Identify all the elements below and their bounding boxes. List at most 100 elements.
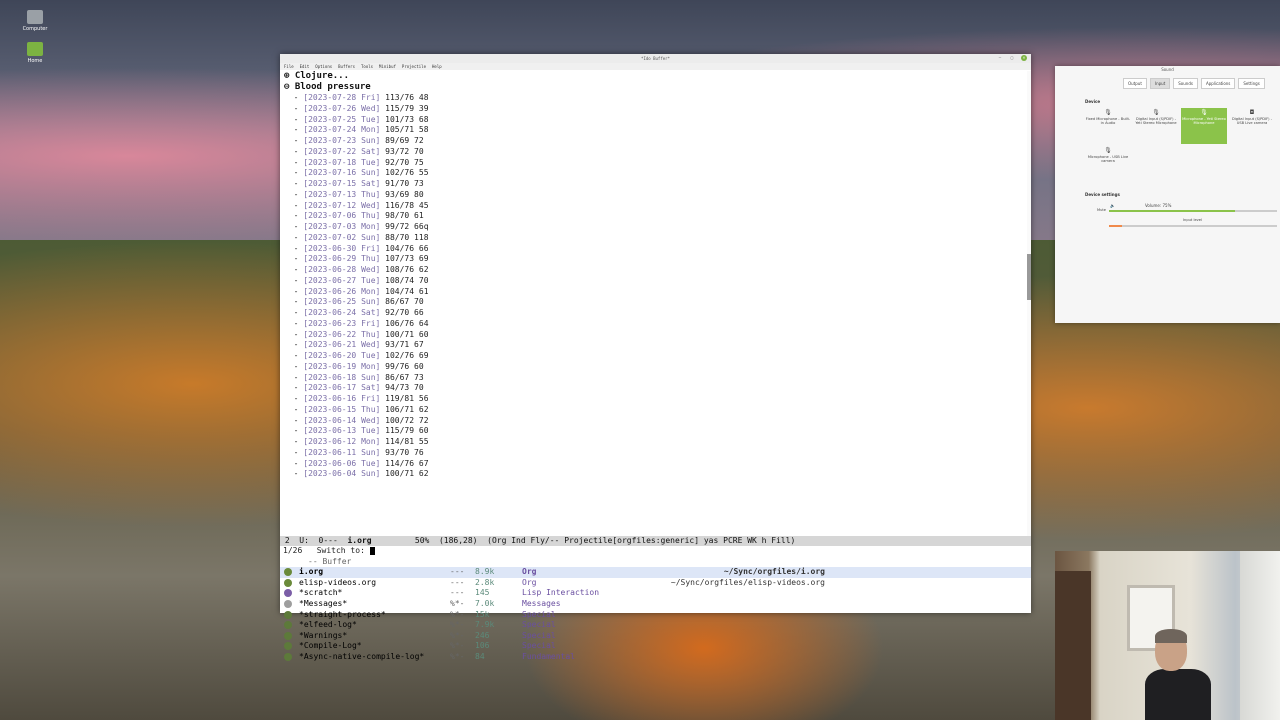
bp-date[interactable]: [2023-07-12 Wed] [303,201,380,210]
bp-date[interactable]: [2023-06-26 Mon] [303,287,380,296]
bp-date[interactable]: [2023-06-17 Sat] [303,383,380,392]
maximize-icon[interactable]: □ [1009,55,1015,61]
sound-tabs: Output Input Sounds Applications Settings [1123,78,1280,89]
menu-item-minibuf[interactable]: Minibuf [379,63,396,70]
tab-applications[interactable]: Applications [1200,78,1236,89]
bp-date[interactable]: [2023-07-23 Sun] [303,136,380,145]
bp-date[interactable]: [2023-07-25 Tue] [303,115,380,124]
bp-date[interactable]: [2023-06-18 Sun] [303,373,380,382]
bp-date[interactable]: [2023-06-20 Tue] [303,351,380,360]
buffer-candidate[interactable]: *scratch* --- 145 Lisp Interaction [280,588,1031,599]
bp-date[interactable]: [2023-06-23 Fri] [303,319,380,328]
org-buffer[interactable]: ⊕ Clojure... ⊖ Blood pressure - [2023-07… [280,71,1030,536]
buffer-name: *Messages* [299,598,348,608]
bp-date[interactable]: [2023-06-28 Wed] [303,265,380,274]
buffer-candidate[interactable]: *Async-native-compile-log* %*- 84 Fundament… [280,652,1031,663]
bp-date[interactable]: [2023-06-21 Wed] [303,340,380,349]
bp-date[interactable]: [2023-06-13 Tue] [303,426,380,435]
bp-date[interactable]: [2023-07-13 Thu] [303,190,380,199]
tab-output[interactable]: Output [1123,78,1147,89]
bp-date[interactable]: [2023-07-26 Wed] [303,104,380,113]
bp-entry: - [2023-06-11 Sun] 93/70 76 [284,448,1030,459]
device-button[interactable]: 🎙 Microphone - USB Live camera [1085,146,1131,182]
device-button[interactable]: 🎙 Digital Input (S/PDIF) - Yeti Stereo Mi… [1133,108,1179,144]
bp-date[interactable]: [2023-07-28 Fri] [303,93,380,102]
bp-date[interactable]: [2023-06-04 Sun] [303,469,380,478]
minibuffer[interactable]: 1/26 Switch to: -- Buffer i.org --- 8.9k Or… [280,546,1031,661]
webcam-overlay [1055,551,1280,720]
desktop-icon-computer[interactable]: Computer [22,10,48,32]
bp-reading: 93/69 80 [385,189,424,199]
buffer-name: *Async-native-compile-log* [299,651,425,661]
bp-entry: - [2023-06-16 Fri] 119/81 56 [284,394,1030,405]
org-heading-blood-pressure[interactable]: ⊖ Blood pressure [284,82,1030,93]
buffer-candidate[interactable]: *straight-process* %*- 15k Special [280,610,1031,621]
tab-sounds[interactable]: Sounds [1173,78,1198,89]
bp-entry: - [2023-07-24 Mon] 105/71 58 [284,125,1030,136]
bp-date[interactable]: [2023-06-16 Fri] [303,394,380,403]
bp-date[interactable]: [2023-06-11 Sun] [303,448,380,457]
buffer-size: 7.9k [475,620,495,630]
buffer-candidate[interactable]: *elfeed-log* %*- 7.9k Special [280,620,1031,631]
buffer-flags: --- [450,567,465,577]
emacs-titlebar[interactable]: *Ido Buffer* – □ × [280,54,1031,63]
buffer-flags: %*- [450,620,465,630]
candidate-group-label: Buffer [322,556,352,566]
bp-reading: 100/71 60 [385,329,429,339]
buffer-candidate[interactable]: elisp-videos.org --- 2.8k Org ~/Sync/orgfile… [280,578,1031,589]
bp-date[interactable]: [2023-06-25 Sun] [303,297,380,306]
bp-date[interactable]: [2023-06-22 Thu] [303,330,380,339]
bp-entry: - [2023-06-18 Sun] 86/67 73 [284,373,1030,384]
org-heading-clojure[interactable]: ⊕ Clojure... [284,71,1030,82]
camera-icon: ◘ [1249,109,1255,116]
device-button[interactable]: 🎙 Microphone - Yeti Stereo Microphone [1181,108,1227,144]
menu-item-buffers[interactable]: Buffers [338,63,355,70]
bp-date[interactable]: [2023-07-18 Tue] [303,158,380,167]
buffer-mode-icon [284,652,292,661]
menu-item-file[interactable]: File [284,63,294,70]
bp-date[interactable]: [2023-06-14 Wed] [303,416,380,425]
buffer-candidate[interactable]: *Compile-Log* %*- 106 Special [280,641,1031,652]
minimize-icon[interactable]: – [997,55,1003,61]
bp-date[interactable]: [2023-06-29 Thu] [303,254,380,263]
bp-reading: 86/67 73 [385,372,424,382]
tab-settings[interactable]: Settings [1238,78,1265,89]
bp-date[interactable]: [2023-06-30 Fri] [303,244,380,253]
device-button[interactable]: ◘ Digital Input (S/PDIF) - USB Live camer… [1229,108,1275,144]
bp-date[interactable]: [2023-07-03 Mon] [303,222,380,231]
sound-settings-window[interactable]: Sound Output Input Sounds Applications Setti… [1055,66,1280,323]
buffer-size: 7.0k [475,598,495,608]
switch-buffer-prompt[interactable]: 1/26 Switch to: [280,546,1031,557]
bp-date[interactable]: [2023-06-12 Mon] [303,437,380,446]
mute-label[interactable]: Mute [1097,208,1106,212]
tab-input[interactable]: Input [1149,78,1171,89]
buffer-mode-icon [284,610,292,619]
menu-item-help[interactable]: Help [432,63,442,70]
bp-date[interactable]: [2023-06-19 Mon] [303,362,380,371]
buffer-candidate[interactable]: i.org --- 8.9k Org ~/Sync/orgfiles/i.org [280,567,1031,578]
desktop-icon-home[interactable]: Home [22,42,48,64]
bp-date[interactable]: [2023-07-15 Sat] [303,179,380,188]
bp-date[interactable]: [2023-07-06 Thu] [303,211,380,220]
bp-date[interactable]: [2023-06-27 Tue] [303,276,380,285]
device-button[interactable]: 🎙 Fixed Microphone - Built-in Audio [1085,108,1131,144]
bp-entry: - [2023-07-28 Fri] 113/76 48 [284,93,1030,104]
close-icon[interactable]: × [1021,55,1027,61]
bp-date[interactable]: [2023-06-06 Tue] [303,459,380,468]
bp-date[interactable]: [2023-07-02 Sun] [303,233,380,242]
bp-date[interactable]: [2023-07-16 Sun] [303,168,380,177]
editor-scrollbar[interactable] [1027,71,1031,536]
bp-date[interactable]: [2023-07-22 Sat] [303,147,380,156]
menu-item-projectile[interactable]: Projectile [402,63,426,70]
buffer-candidate[interactable]: *Messages* %*- 7.0k Messages [280,599,1031,610]
scrollbar-thumb[interactable] [1027,254,1031,300]
bp-date[interactable]: [2023-06-24 Sat] [303,308,380,317]
bp-date[interactable]: [2023-07-24 Mon] [303,125,380,134]
menu-item-edit[interactable]: Edit [300,63,310,70]
bp-entry: - [2023-06-06 Tue] 114/76 67 [284,459,1030,470]
menu-item-options[interactable]: Options [315,63,332,70]
emacs-window[interactable]: *Ido Buffer* – □ × File Edit Options Buffer… [280,54,1031,661]
bp-date[interactable]: [2023-06-15 Thu] [303,405,380,414]
buffer-candidate[interactable]: *Warnings* %*- 246 Special [280,631,1031,642]
menu-item-tools[interactable]: Tools [361,63,373,70]
